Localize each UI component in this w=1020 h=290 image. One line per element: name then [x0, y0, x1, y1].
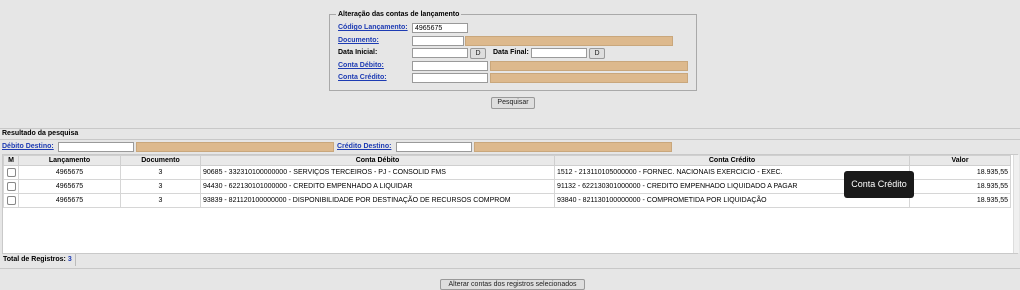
data-final-picker-button[interactable]: D	[589, 48, 605, 59]
column-header-lancamento[interactable]: Lançamento	[18, 155, 121, 166]
codigo-lancamento-input[interactable]	[412, 23, 468, 33]
results-section-title: Resultado da pesquisa	[2, 130, 79, 137]
cell-valor: 18.935,55	[909, 179, 1011, 194]
column-header-valor[interactable]: Valor	[909, 155, 1011, 166]
cell-valor: 18.935,55	[909, 193, 1011, 208]
debito-destino-input[interactable]	[58, 142, 134, 152]
cell-conta-debito: 94430 - 622130101000000 - CREDITO EMPENH…	[200, 179, 555, 194]
filter-legend: Alteração das contas de lançamento	[338, 11, 460, 18]
cell-conta-debito: 90685 - 332310100000000 - SERVIÇOS TERCE…	[200, 165, 555, 180]
column-header-documento[interactable]: Documento	[120, 155, 201, 166]
results-grid: M Lançamento Documento Conta Débito Cont…	[2, 154, 1019, 254]
debito-destino-link[interactable]: Débito Destino:	[2, 143, 54, 150]
column-header-conta-credito[interactable]: Conta Crédito	[554, 155, 910, 166]
data-final-input[interactable]	[531, 48, 587, 58]
conta-debito-input[interactable]	[412, 61, 488, 71]
data-inicial-label: Data Inicial:	[338, 49, 378, 56]
column-tooltip: Conta Crédito	[844, 171, 914, 198]
total-registros: Total de Registros: 3	[3, 256, 72, 263]
total-registros-value: 3	[67, 256, 72, 263]
cell-conta-debito: 93839 - 821120100000000 - DISPONIBILIDAD…	[200, 193, 555, 208]
data-final-label: Data Final:	[493, 49, 529, 56]
documento-description-field	[465, 36, 673, 46]
cell-documento: 3	[120, 165, 201, 180]
cell-lancamento: 4965675	[18, 193, 121, 208]
conta-debito-link[interactable]: Conta Débito:	[338, 62, 384, 69]
column-header-conta-debito[interactable]: Conta Débito	[200, 155, 555, 166]
table-header-row: M Lançamento Documento Conta Débito Cont…	[3, 155, 1011, 166]
section-divider	[0, 139, 1020, 140]
conta-credito-link[interactable]: Conta Crédito:	[338, 74, 387, 81]
conta-credito-input[interactable]	[412, 73, 488, 83]
row-select-checkbox[interactable]	[6, 182, 16, 191]
column-header-m[interactable]: M	[3, 155, 19, 166]
conta-credito-description-field	[490, 73, 688, 83]
cell-lancamento: 4965675	[18, 165, 121, 180]
pesquisar-button[interactable]: Pesquisar	[491, 97, 535, 109]
row-select-checkbox[interactable]	[6, 196, 16, 205]
debito-destino-description-field	[136, 142, 334, 152]
footer-divider	[0, 268, 1020, 269]
credito-destino-description-field	[474, 142, 672, 152]
documento-input[interactable]	[412, 36, 464, 46]
data-inicial-input[interactable]	[412, 48, 468, 58]
cell-valor: 18.935,55	[909, 165, 1011, 180]
cell-lancamento: 4965675	[18, 179, 121, 194]
cell-documento: 3	[120, 193, 201, 208]
grid-scrollbar[interactable]	[1013, 155, 1019, 253]
data-inicial-picker-button[interactable]: D	[470, 48, 486, 59]
alterar-contas-button[interactable]: Alterar contas dos registros selecionado…	[440, 279, 585, 290]
row-select-checkbox[interactable]	[6, 168, 16, 177]
credito-destino-link[interactable]: Crédito Destino:	[337, 143, 391, 150]
conta-debito-description-field	[490, 61, 688, 71]
documento-link[interactable]: Documento:	[338, 37, 379, 44]
section-divider	[0, 128, 1020, 129]
credito-destino-input[interactable]	[396, 142, 472, 152]
total-registros-label: Total de Registros:	[3, 256, 66, 263]
codigo-lancamento-link[interactable]: Código Lançamento:	[338, 24, 408, 31]
cell-documento: 3	[120, 179, 201, 194]
